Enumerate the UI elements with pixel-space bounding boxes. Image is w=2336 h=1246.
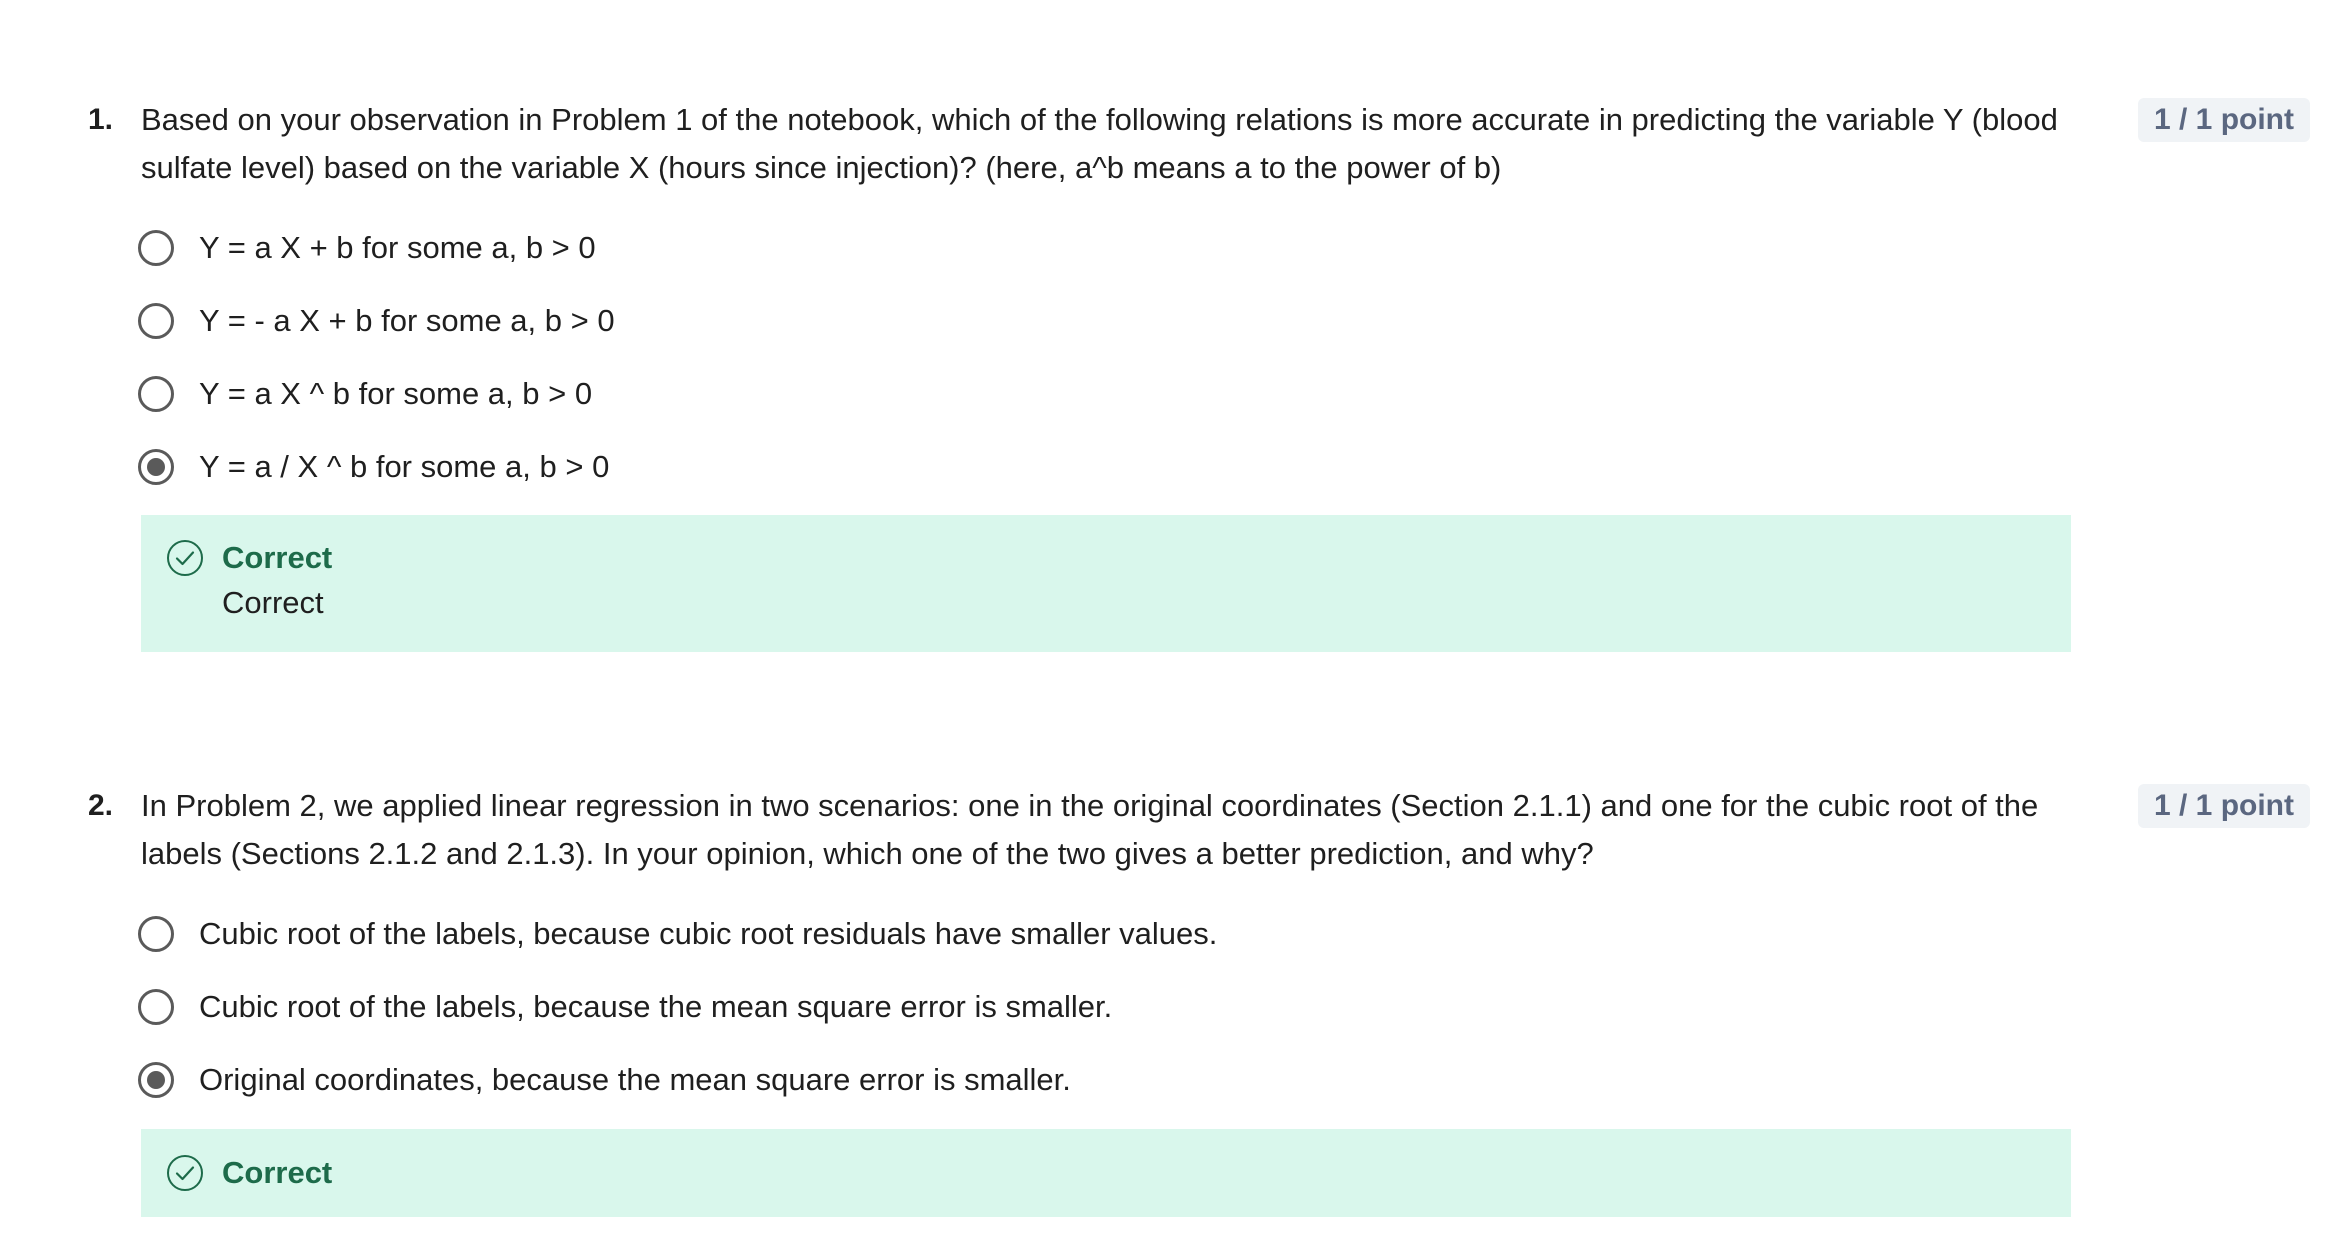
option-2[interactable]: Y = - a X + b for some a, b > 0 [138,297,615,345]
option-1[interactable]: Y = a X + b for some a, b > 0 [138,224,596,272]
option-label: Original coordinates, because the mean s… [199,1062,1071,1097]
question-number: 1. [88,103,114,136]
option-3[interactable]: Y = a X ^ b for some a, b > 0 [138,370,592,418]
option-label: Y = a X + b for some a, b > 0 [199,230,596,265]
option-label: Y = a X ^ b for some a, b > 0 [199,376,593,411]
feedback-title: Correct [222,1155,333,1190]
option-label: Y = a / X ^ b for some a, b > 0 [199,449,610,484]
option-4[interactable]: Y = a / X ^ b for some a, b > 0 [138,443,609,491]
option-1[interactable]: Cubic root of the labels, because cubic … [138,910,1217,958]
radio-button[interactable] [138,303,174,339]
radio-button[interactable] [138,989,174,1025]
radio-button[interactable] [138,376,174,412]
feedback-title: Correct [222,540,333,575]
radio-button[interactable] [138,230,174,266]
feedback-panel: Correct Correct [141,515,2071,652]
option-label: Cubic root of the labels, because the me… [199,989,1113,1024]
check-circle-icon [167,1155,203,1191]
feedback-text: Correct [222,585,324,620]
option-2[interactable]: Cubic root of the labels, because the me… [138,983,1112,1031]
radio-button-selected[interactable] [138,449,174,485]
radio-button[interactable] [138,916,174,952]
question-number: 2. [88,789,114,822]
feedback-panel: Correct [141,1129,2071,1217]
question-text: Based on your observation in Problem 1 o… [141,102,2058,185]
radio-button-selected[interactable] [138,1062,174,1098]
question-text: In Problem 2, we applied linear regressi… [141,788,2039,871]
check-circle-icon [167,540,203,576]
option-label: Cubic root of the labels, because cubic … [199,916,1218,951]
option-3[interactable]: Original coordinates, because the mean s… [138,1056,1071,1104]
points-badge: 1 / 1 point [2138,784,2310,828]
points-badge: 1 / 1 point [2138,98,2310,142]
option-label: Y = - a X + b for some a, b > 0 [199,303,615,338]
